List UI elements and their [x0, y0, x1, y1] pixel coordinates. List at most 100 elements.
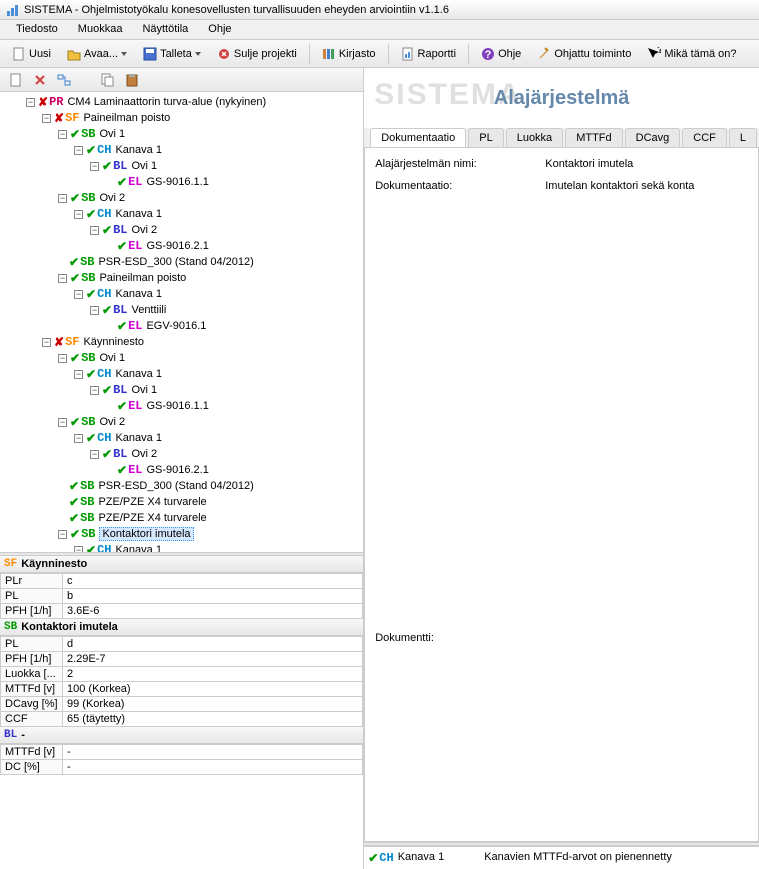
tree-node[interactable]: −✔SBOvi 2: [0, 190, 363, 206]
info-key: PLr: [1, 574, 63, 589]
chevron-down-icon: [195, 52, 201, 56]
menu-help[interactable]: Ohje: [198, 20, 241, 39]
tree-node[interactable]: −✘SFPaineilman poisto: [0, 110, 363, 126]
expander-icon[interactable]: −: [74, 210, 83, 219]
check-icon: ✔: [117, 175, 127, 189]
tree-copy-button[interactable]: [97, 71, 119, 89]
expander-icon[interactable]: −: [58, 194, 67, 203]
tree-node[interactable]: ✔SBPZE/PZE X4 turvarele: [0, 494, 363, 510]
wizard-button[interactable]: Ohjattu toiminto: [530, 44, 638, 64]
expander-icon[interactable]: −: [74, 146, 83, 155]
tree-new-button[interactable]: [5, 71, 27, 89]
tree-node[interactable]: −✔SBPaineilman poisto: [0, 270, 363, 286]
tree-node[interactable]: −✔CHKanava 1: [0, 286, 363, 302]
open-button[interactable]: Avaa...: [60, 44, 134, 64]
expander-icon[interactable]: −: [58, 418, 67, 427]
tree-paste-button[interactable]: [121, 71, 143, 89]
expander-icon[interactable]: −: [74, 434, 83, 443]
document-value[interactable]: [545, 632, 748, 644]
tree-node[interactable]: ✔ELGS-9016.1.1: [0, 398, 363, 414]
expander-icon[interactable]: −: [26, 98, 35, 107]
expander-icon[interactable]: −: [90, 306, 99, 315]
node-label: Ovi 1: [131, 160, 157, 172]
tree-node[interactable]: −✔BLOvi 1: [0, 382, 363, 398]
expander-icon[interactable]: −: [58, 530, 67, 539]
expander-icon[interactable]: −: [74, 370, 83, 379]
tree-node[interactable]: −✔CHKanava 1: [0, 206, 363, 222]
tree-node[interactable]: −✔BLOvi 1: [0, 158, 363, 174]
close-project-button[interactable]: Sulje projekti: [210, 44, 304, 64]
tree-node[interactable]: −✔CHKanava 1: [0, 542, 363, 552]
tab-dokumentaatio[interactable]: Dokumentaatio: [370, 128, 466, 147]
tree-node[interactable]: ✔ELGS-9016.2.1: [0, 462, 363, 478]
node-label: PZE/PZE X4 turvarele: [98, 496, 206, 508]
new-button[interactable]: Uusi: [5, 44, 58, 64]
expander-icon[interactable]: −: [90, 450, 99, 459]
whatsthis-button[interactable]: ?Mikä tämä on?: [640, 44, 743, 64]
tree-node[interactable]: −✔SBKontaktori imutela: [0, 526, 363, 542]
info-table-sb: PLdPFH [1/h]2.29E-7Luokka [...2MTTFd [v]…: [0, 636, 363, 727]
node-label: Ovi 2: [99, 192, 125, 204]
tab-l[interactable]: L: [729, 128, 757, 147]
status-name: Kanava 1: [398, 851, 444, 865]
node-label: GS-9016.1.1: [146, 400, 208, 412]
expander-icon[interactable]: −: [42, 338, 51, 347]
tree-node[interactable]: −✔BLOvi 2: [0, 446, 363, 462]
tree-node[interactable]: −✘PRCM4 Laminaattorin turva-alue (nykyin…: [0, 94, 363, 110]
tree-node[interactable]: ✔SBPSR-ESD_300 (Stand 04/2012): [0, 478, 363, 494]
node-label: Ovi 2: [131, 448, 157, 460]
tree-node[interactable]: −✔SBOvi 1: [0, 126, 363, 142]
expander-icon[interactable]: −: [90, 162, 99, 171]
tree-node[interactable]: ✔ELGS-9016.2.1: [0, 238, 363, 254]
tree-node[interactable]: ✔SBPZE/PZE X4 turvarele: [0, 510, 363, 526]
check-icon: ✔: [69, 511, 79, 525]
form-area: Alajärjestelmän nimi: Kontaktori imutela…: [364, 147, 759, 842]
menu-edit[interactable]: Muokkaa: [68, 20, 133, 39]
tree-node[interactable]: −✔SBOvi 2: [0, 414, 363, 430]
expander-icon[interactable]: −: [58, 354, 67, 363]
tree-node[interactable]: ✔ELEGV-9016.1: [0, 318, 363, 334]
expander-icon[interactable]: −: [58, 130, 67, 139]
x-icon: ✘: [54, 335, 64, 349]
info-val: 65 (täytetty): [63, 712, 363, 727]
tree-delete-button[interactable]: [29, 71, 51, 89]
tree-relation-button[interactable]: [53, 71, 75, 89]
menu-file[interactable]: Tiedosto: [6, 20, 68, 39]
tab-ccf[interactable]: CCF: [682, 128, 727, 147]
info-key: MTTFd [v]: [1, 682, 63, 697]
tree-node[interactable]: −✔CHKanava 1: [0, 142, 363, 158]
page-title: Alajärjestelmä: [494, 87, 630, 110]
check-icon: ✔: [70, 191, 80, 205]
expander-icon[interactable]: −: [58, 274, 67, 283]
name-value[interactable]: Kontaktori imutela: [545, 158, 748, 170]
tree-node[interactable]: −✔SBOvi 1: [0, 350, 363, 366]
tree-node[interactable]: −✔CHKanava 1: [0, 366, 363, 382]
menu-view[interactable]: Näyttötila: [132, 20, 198, 39]
save-button[interactable]: Talleta: [136, 44, 208, 64]
node-label: Ovi 2: [131, 224, 157, 236]
expander-icon[interactable]: −: [90, 386, 99, 395]
expander-icon[interactable]: −: [74, 290, 83, 299]
tree-node[interactable]: −✘SFKäynninesto: [0, 334, 363, 350]
tab-mttfd[interactable]: MTTFd: [565, 128, 622, 147]
tree-node[interactable]: −✔BLOvi 2: [0, 222, 363, 238]
doc-value[interactable]: Imutelan kontaktori sekä konta: [545, 180, 748, 192]
tab-luokka[interactable]: Luokka: [506, 128, 563, 147]
doc-label: Dokumentaatio:: [375, 180, 545, 192]
tree-node[interactable]: ✔ELGS-9016.1.1: [0, 174, 363, 190]
tree-node[interactable]: −✔BLVenttiili: [0, 302, 363, 318]
project-tree[interactable]: −✘PRCM4 Laminaattorin turva-alue (nykyin…: [0, 92, 363, 552]
tab-dcavg[interactable]: DCavg: [625, 128, 681, 147]
type-tag: CH: [97, 367, 111, 381]
tree-node[interactable]: −✔CHKanava 1: [0, 430, 363, 446]
x-icon: ✘: [54, 111, 64, 125]
check-icon: ✔: [86, 543, 96, 552]
expander-icon[interactable]: −: [42, 114, 51, 123]
tab-pl[interactable]: PL: [468, 128, 503, 147]
expander-icon[interactable]: −: [90, 226, 99, 235]
help-button[interactable]: ?Ohje: [474, 44, 528, 64]
report-button[interactable]: Raportti: [394, 44, 464, 64]
tab-bar: DokumentaatioPLLuokkaMTTFdDCavgCCFL: [364, 128, 759, 147]
tree-node[interactable]: ✔SBPSR-ESD_300 (Stand 04/2012): [0, 254, 363, 270]
library-button[interactable]: Kirjasto: [315, 44, 383, 64]
